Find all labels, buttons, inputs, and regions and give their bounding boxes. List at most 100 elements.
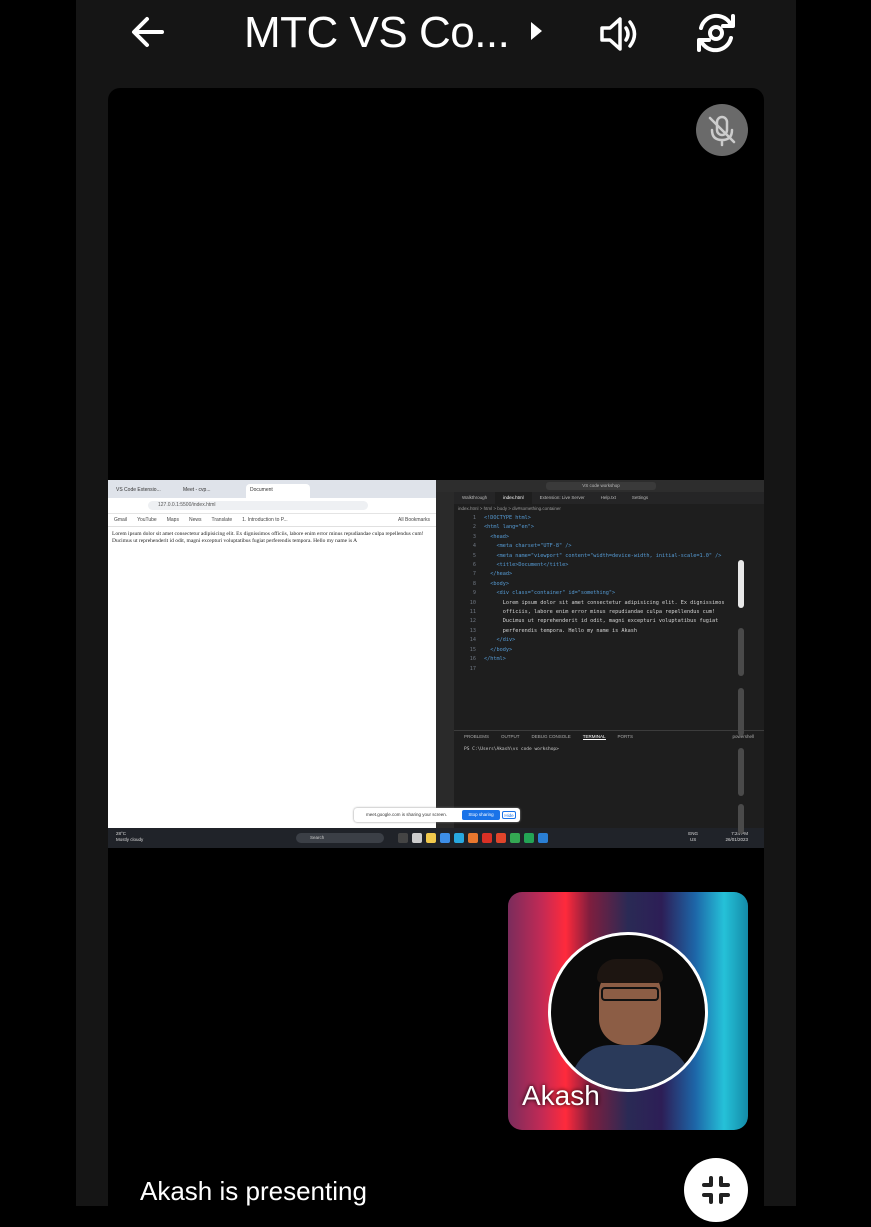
participant-name: Akash [522,1080,600,1111]
lang-bottom: US [689,837,697,842]
app-icon [524,833,534,843]
title-expand-icon[interactable] [531,22,542,40]
code-line: 2 <html lang="en"> [458,523,764,532]
vscode-panel-tabs: PROBLEMS OUTPUT DEBUG CONSOLE TERMINAL P… [454,731,764,743]
hide-button: Hide [502,811,516,819]
panel-tab: PROBLEMS [464,734,490,739]
code-text: <div class="container" id="something"> [484,590,616,597]
panel-tab: PORTS [617,734,633,739]
taskbar-search: Search [296,833,384,843]
vscode-tab: Settings [631,495,649,500]
bookmark: 1. Introduction to P... [242,517,288,523]
code-text: perferendis tempora. Hello my name is Ak… [484,627,638,634]
code-line: 3 <head> [458,533,764,542]
vscode-breadcrumb: index.html > html > body > div#something… [458,506,561,511]
panel-tab: TERMINAL [582,734,606,740]
code-text: <body> [484,580,509,587]
stop-sharing-button: Stop sharing [462,810,500,820]
bookmarks-bar: Gmail YouTube Maps News Translate 1. Int… [108,514,436,527]
vscode-command-search: VS code workshop [546,482,656,490]
language-indicator: ENG US [688,831,698,843]
app-icon [468,833,478,843]
bookmark: Maps [166,517,179,523]
code-line: 9 <div class="container" id="something"> [458,589,764,598]
line-number: 8 [472,580,476,587]
bookmark: News [188,517,202,523]
app-icon [482,833,492,843]
mic-off-icon [708,115,736,147]
line-number: 3 [472,533,476,540]
app-icon [440,833,450,843]
code-line: 11 officiis, labore enim error minus rep… [458,608,764,617]
code-text: Ducimus ut reprehenderit id odit, magni … [484,618,719,625]
presentation-stage: VS Code Extensio... Meet - cvp... Docume… [108,88,764,1206]
weather-widget: 28°C Mostly cloudy [116,831,143,843]
app-icon [454,833,464,843]
participant-tile[interactable]: Akash [508,892,748,1130]
code-text: <meta name="viewport" content="width=dev… [484,552,722,559]
browser-page-text: Lorem ipsum dolor sit amet consectetur a… [112,531,424,544]
code-line: 6 <title>Document</title> [458,561,764,570]
code-text: officiis, labore enim error minus repudi… [484,609,716,616]
code-line: 14 </div> [458,636,764,645]
app-icon [496,833,506,843]
line-number: 1 [472,515,476,521]
line-number: 17 [469,665,476,672]
panel-tab: OUTPUT [501,734,520,739]
code-text: <html lang="en"> [484,524,534,531]
video-figure-hair [597,959,663,983]
code-line: 10 Lorem ipsum dolor sit amet consectetu… [458,599,764,608]
browser-tab: Meet - cvp... [179,484,243,498]
code-text: <title>Document</title> [484,562,569,569]
code-line: 15 </body> [458,646,764,655]
scroll-mark [738,688,744,736]
code-line: 16 </html> [458,655,764,664]
code-text: </body> [484,646,513,653]
speaker-icon[interactable] [598,14,642,54]
scroll-mark [738,560,744,608]
meeting-title[interactable]: MTC VS Co... [244,8,510,58]
app-icon [398,833,408,843]
bookmark: Translate [211,517,233,523]
vscode-code-editor: 1 <!DOCTYPE html> 2 <html lang="en"> 3 <head… [458,514,764,714]
exit-fullscreen-button[interactable] [684,1158,748,1222]
app-icon [426,833,436,843]
scroll-mark [738,804,744,834]
code-text: <head> [484,533,509,540]
browser-url: 127.0.0.1:5500/index.html [148,501,368,510]
line-number: 2 [472,524,476,531]
vscode-editor-tabs: Walkthrough index.html Extension: Live S… [454,492,764,504]
vscode-tab: Help.txt [600,495,616,500]
camera-switch-icon[interactable] [693,10,739,56]
line-number: 10 [469,599,476,606]
code-line: 5 <meta name="viewport" content="width=d… [458,552,764,561]
vscode-tab: Extension: Live Server [539,495,585,500]
code-text: <!DOCTYPE html> [484,515,531,521]
line-number: 5 [472,552,476,559]
code-line: 12 Ducimus ut reprehenderit id odit, mag… [458,617,764,626]
line-number: 6 [472,562,476,569]
participant-muted-indicator [696,104,748,156]
browser-tab-strip: VS Code Extensio... Meet - cvp... Docume… [108,480,436,498]
vscode-tab-active: index.html [495,492,532,504]
arrow-left-icon[interactable] [128,12,168,52]
vscode-titlebar: VS code workshop [436,480,764,492]
panel-tab: DEBUG CONSOLE [531,734,571,739]
line-number: 16 [469,656,476,663]
scroll-indicator [738,540,750,840]
line-number: 12 [469,618,476,625]
line-number: 4 [472,543,476,550]
app-icon [510,833,520,843]
presenting-status: Akash is presenting [140,1176,367,1206]
code-line: 7 </head> [458,570,764,579]
scroll-mark [738,748,744,796]
browser-tab: VS Code Extensio... [112,484,176,498]
line-number: 7 [472,571,476,578]
line-number: 11 [469,609,476,616]
taskbar-apps [398,833,548,843]
code-text: </div> [484,637,516,644]
code-line: 13 perferendis tempora. Hello my name is… [458,627,764,636]
code-line: 8 <body> [458,580,764,589]
line-number: 15 [469,646,476,653]
weather-desc: Mostly cloudy [116,837,144,842]
